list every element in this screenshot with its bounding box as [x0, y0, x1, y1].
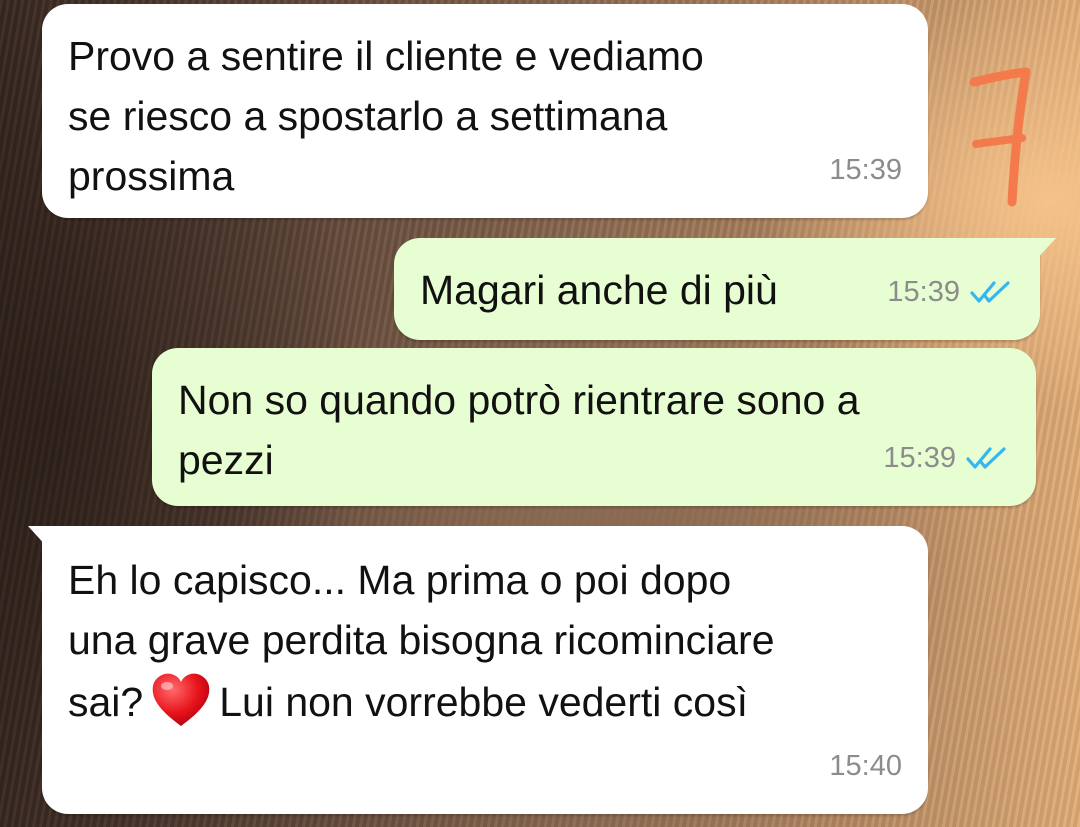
- message-bubble-incoming[interactable]: Provo a sentire il cliente e vediamo se …: [42, 4, 928, 218]
- double-check-read-icon: [970, 281, 1010, 303]
- message-text-line: sai? Lui non vorrebbe vederti così: [68, 670, 902, 732]
- handwritten-seven-annotation: [969, 67, 1031, 207]
- heart-emoji-icon: [152, 673, 210, 726]
- double-check-read-icon: [966, 447, 1006, 469]
- message-text-line: Provo a sentire il cliente e vediamo: [68, 33, 704, 79]
- message-text-line: prossima: [68, 153, 235, 199]
- message-text-segment: sai?: [68, 679, 144, 725]
- message-text-segment: Lui non vorrebbe vederti così: [219, 679, 748, 725]
- message-text-line: Eh lo capisco... Ma prima o poi dopo: [68, 557, 732, 603]
- message-meta: 15:39: [887, 262, 1014, 322]
- message-bubble-incoming[interactable]: Eh lo capisco... Ma prima o poi dopo una…: [28, 526, 928, 814]
- message-timestamp: 15:39: [829, 154, 902, 186]
- message-text-line: se riesco a spostarlo a settimana: [68, 93, 668, 139]
- message-timestamp: 15:40: [829, 750, 902, 782]
- message-text-line: una grave perdita bisogna ricominciare: [68, 617, 775, 663]
- message-timestamp: 15:39: [887, 276, 960, 308]
- message-meta: 15:39: [829, 140, 902, 200]
- message-timestamp: 15:39: [883, 442, 956, 474]
- message-bubble-outgoing[interactable]: Magari anche di più 15:39: [394, 238, 1056, 340]
- message-text-line: Non so quando potrò rientrare sono a: [178, 377, 860, 423]
- bubble-tail-icon: [28, 526, 58, 548]
- message-bubble-outgoing[interactable]: Non so quando potrò rientrare sono a pez…: [152, 348, 1036, 506]
- message-meta: 15:39: [883, 428, 1010, 488]
- bubble-tail-icon: [1026, 238, 1056, 260]
- message-meta: 15:40: [829, 736, 902, 796]
